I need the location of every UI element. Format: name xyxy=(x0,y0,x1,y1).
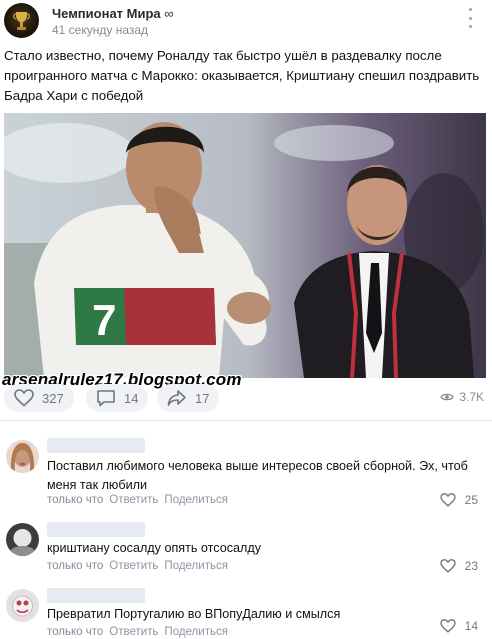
comment-like-count: 14 xyxy=(464,619,478,633)
share-link[interactable]: Поделиться xyxy=(164,560,228,572)
reply-link[interactable]: Ответить xyxy=(109,560,158,572)
heart-icon xyxy=(14,389,34,407)
comment-text: криштиану сосалду опять отсосалду xyxy=(47,541,262,555)
group-badge: ∞ xyxy=(164,6,174,21)
comment-icon xyxy=(97,390,115,407)
share-button[interactable]: 17 xyxy=(157,384,220,412)
group-name-text[interactable]: Чемпионат Мира xyxy=(52,6,161,21)
comment-like-button[interactable]: 25 xyxy=(439,493,478,507)
share-count: 17 xyxy=(195,390,210,406)
more-icon-dot xyxy=(468,16,472,20)
share-icon xyxy=(167,390,186,406)
avatar-image xyxy=(6,589,39,622)
more-icon-dot xyxy=(468,25,472,28)
comment-meta: только что Ответить Поделиться xyxy=(47,494,228,506)
avatar-image xyxy=(6,523,39,556)
post-text: Стало известно, почему Роналду так быстр… xyxy=(4,48,480,103)
avatar[interactable] xyxy=(6,523,39,556)
trophy-icon xyxy=(13,12,30,30)
comment-time[interactable]: только что xyxy=(47,494,103,506)
jersey-number: 7 xyxy=(92,296,116,345)
commenter-name-hidden xyxy=(47,522,145,537)
post-time[interactable]: 41 секунду назад xyxy=(52,23,148,37)
comment-meta: только что Ответить Поделиться xyxy=(47,626,228,638)
post-actions: 327 14 17 3.7K xyxy=(0,384,492,414)
avatar-image xyxy=(6,440,39,473)
heart-icon xyxy=(439,493,456,507)
post-photo[interactable]: 7 xyxy=(4,113,486,378)
like-count: 327 xyxy=(42,390,64,406)
avatar[interactable] xyxy=(6,589,39,622)
comment-text: Превратил Португалию во ВПопуДалию и смы… xyxy=(47,607,341,621)
reply-link[interactable]: Ответить xyxy=(109,494,158,506)
comment-like-button[interactable]: 14 xyxy=(439,619,478,633)
share-link[interactable]: Поделиться xyxy=(164,494,228,506)
comment-like-count: 25 xyxy=(464,493,478,507)
comment-meta: только что Ответить Поделиться xyxy=(47,560,228,572)
heart-icon xyxy=(439,619,456,633)
commenter-name-hidden xyxy=(47,438,145,453)
like-button[interactable]: 327 xyxy=(4,384,74,412)
photo-illustration: 7 xyxy=(4,113,486,378)
comment-button[interactable]: 14 xyxy=(86,384,149,412)
eye-icon xyxy=(440,393,455,401)
group-avatar[interactable] xyxy=(4,3,39,38)
comment-count: 14 xyxy=(124,390,139,406)
more-icon-dot xyxy=(468,8,472,11)
comment-time[interactable]: только что xyxy=(47,626,103,638)
reply-link[interactable]: Ответить xyxy=(109,626,158,638)
post-header: Чемпионат Мира ∞ 41 секунду назад xyxy=(0,0,492,40)
group-name[interactable]: Чемпионат Мира ∞ xyxy=(52,6,174,21)
views-count: 3.7K xyxy=(459,390,484,404)
avatar[interactable] xyxy=(6,440,39,473)
comment-text: Поставил любимого человека выше интересо… xyxy=(47,459,468,492)
views-counter: 3.7K xyxy=(440,390,484,404)
divider xyxy=(0,420,492,421)
heart-icon xyxy=(439,559,456,573)
commenter-name-hidden xyxy=(47,588,145,603)
comment-like-button[interactable]: 23 xyxy=(439,559,478,573)
comment-like-count: 23 xyxy=(464,559,478,573)
more-options-button[interactable] xyxy=(462,8,478,28)
share-link[interactable]: Поделиться xyxy=(164,626,228,638)
comment-time[interactable]: только что xyxy=(47,560,103,572)
